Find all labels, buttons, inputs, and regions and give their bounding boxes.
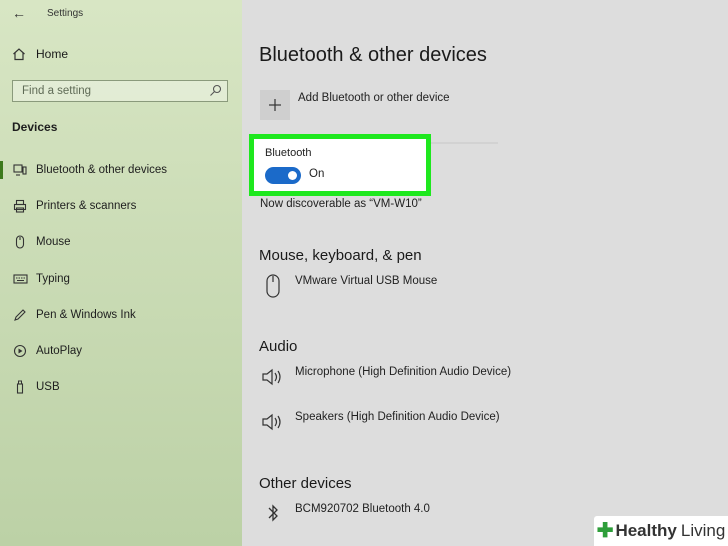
mouse-icon (10, 235, 30, 249)
watermark-bold: Healthy (615, 521, 677, 540)
search-placeholder: Find a setting (22, 85, 92, 97)
pen-icon (10, 308, 30, 322)
bluetooth-toggle[interactable] (265, 167, 301, 184)
sidebar-item-label: USB (36, 381, 60, 393)
sidebar-item-autoplay[interactable]: AutoPlay (0, 337, 242, 365)
sidebar-item-bluetooth[interactable]: Bluetooth & other devices (0, 156, 242, 184)
device-item[interactable]: Microphone (High Definition Audio Device… (260, 364, 511, 390)
page-title: Bluetooth & other devices (259, 44, 487, 66)
device-item[interactable]: VMware Virtual USB Mouse (260, 273, 437, 299)
device-name: Microphone (High Definition Audio Device… (295, 366, 512, 378)
window-title: Settings (47, 8, 84, 19)
sidebar-item-printers[interactable]: Printers & scanners (0, 192, 242, 220)
watermark-light: Living (680, 521, 726, 540)
bluetooth-icon (260, 501, 286, 525)
mouse-icon (260, 273, 286, 299)
plus-icon (269, 99, 281, 111)
sidebar: ← Settings Home Find a setting Devices B… (0, 0, 242, 546)
title-bar: ← Settings (0, 0, 242, 28)
add-device-label[interactable]: Add Bluetooth or other device (298, 92, 450, 104)
home-icon (13, 48, 25, 61)
sidebar-item-label: Printers & scanners (36, 200, 137, 212)
usb-icon (10, 380, 30, 394)
device-item[interactable]: BCM920702 Bluetooth 4.0 (260, 501, 430, 525)
bluetooth-state: On (309, 168, 325, 180)
home-link[interactable]: Home (12, 47, 68, 61)
device-name: VMware Virtual USB Mouse (295, 275, 438, 287)
section-title-audio: Audio (259, 338, 298, 355)
sidebar-item-pen[interactable]: Pen & Windows Ink (0, 301, 242, 329)
sidebar-item-label: Typing (36, 273, 70, 285)
devices-section-label: Devices (12, 120, 58, 134)
sidebar-item-label: Mouse (36, 236, 71, 248)
device-name: BCM920702 Bluetooth 4.0 (295, 503, 430, 515)
toggle-knob (288, 171, 297, 180)
section-title-other: Other devices (259, 475, 352, 492)
device-item[interactable]: Speakers (High Definition Audio Device) (260, 409, 500, 435)
sidebar-item-typing[interactable]: Typing (0, 265, 242, 293)
sidebar-item-mouse[interactable]: Mouse (0, 228, 242, 256)
keyboard-icon (10, 273, 30, 285)
speaker-icon (260, 364, 286, 390)
search-input[interactable]: Find a setting (12, 80, 228, 102)
discoverable-status: Now discoverable as “VM-W10” (260, 198, 422, 210)
sidebar-item-label: Bluetooth & other devices (36, 164, 168, 176)
add-device-button[interactable] (260, 90, 290, 120)
cross-logo-icon: ✚ (596, 520, 614, 542)
bluetooth-devices-icon (10, 163, 30, 177)
home-label: Home (36, 47, 69, 61)
section-title-input: Mouse, keyboard, & pen (259, 247, 422, 264)
speaker-icon (260, 409, 286, 435)
search-icon (210, 84, 222, 96)
sidebar-item-label: Pen & Windows Ink (36, 309, 136, 321)
main-content: Bluetooth & other devices Add Bluetooth … (242, 0, 728, 546)
device-name: Speakers (High Definition Audio Device) (295, 411, 500, 423)
back-arrow-icon[interactable]: ← (12, 5, 26, 21)
sidebar-item-label: AutoPlay (36, 345, 83, 357)
bluetooth-label: Bluetooth (265, 147, 312, 159)
sidebar-item-usb[interactable]: USB (0, 373, 242, 401)
autoplay-icon (10, 344, 30, 358)
bluetooth-highlight-box: Bluetooth On (249, 134, 431, 196)
printer-icon (10, 199, 30, 213)
healthy-living-watermark: ✚ Healthy Living (594, 516, 728, 546)
